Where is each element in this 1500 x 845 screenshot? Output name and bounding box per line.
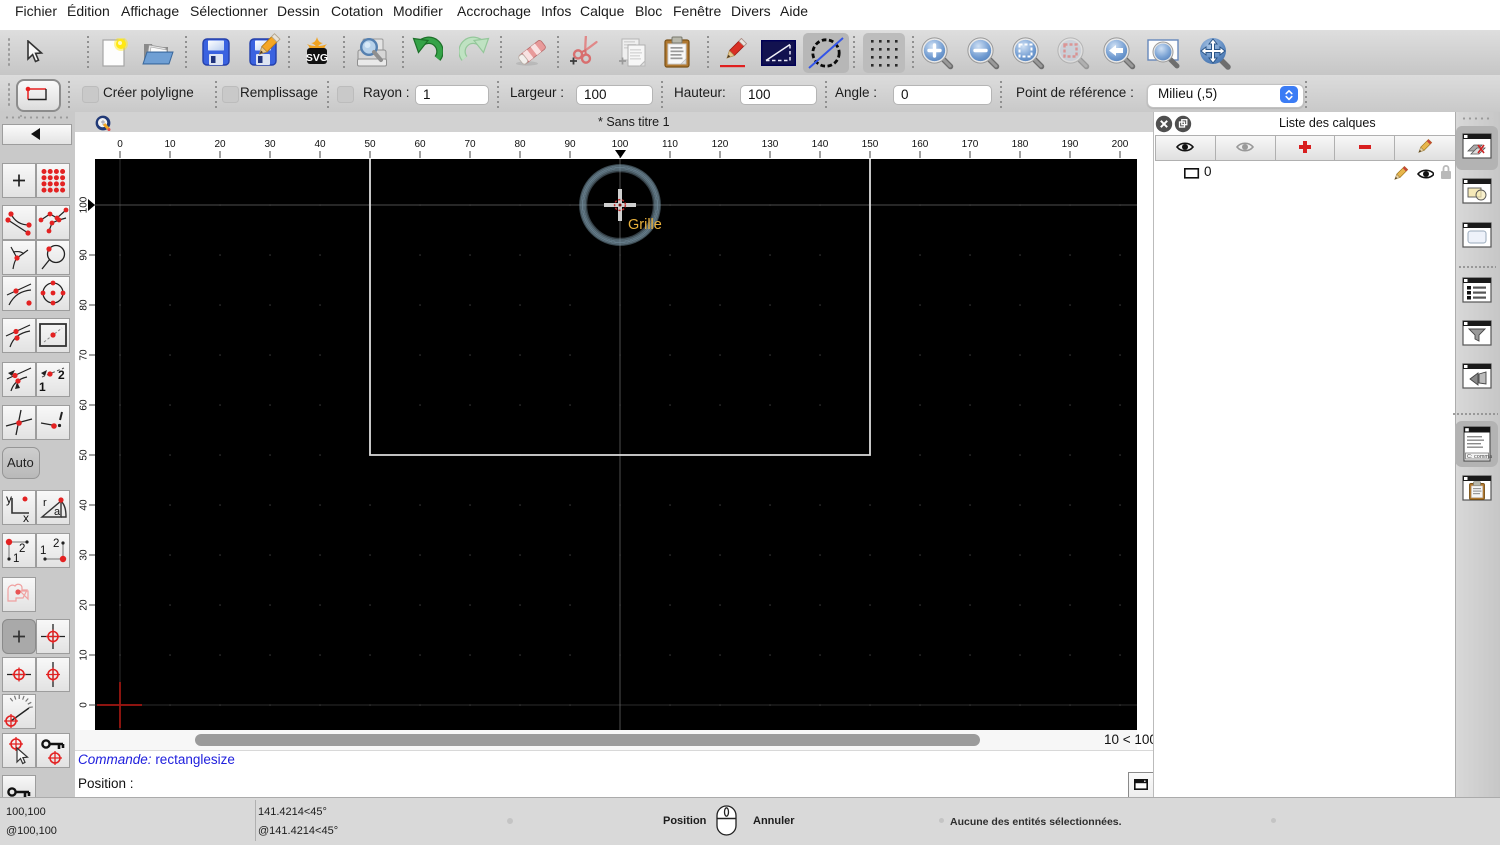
svg-text:a: a	[54, 506, 61, 518]
svg-text:y: y	[6, 492, 12, 506]
svg-text:130: 130	[762, 139, 779, 150]
svg-text:150: 150	[862, 139, 879, 150]
svg-text:90: 90	[564, 139, 576, 150]
svg-text:1: 1	[39, 380, 46, 394]
svg-text:190: 190	[1062, 139, 1079, 150]
svg-text:10: 10	[79, 649, 90, 661]
svg-text:100: 100	[79, 196, 90, 213]
svg-text:r: r	[43, 497, 47, 509]
svg-text:50: 50	[364, 139, 376, 150]
svg-text:80: 80	[514, 139, 526, 150]
svg-text:30: 30	[264, 139, 276, 150]
svg-text:0: 0	[117, 139, 123, 150]
svg-text:2: 2	[53, 538, 59, 550]
svg-text:1: 1	[40, 545, 46, 557]
svg-text:C: command: C: command	[1467, 454, 1492, 460]
svg-text:140: 140	[812, 139, 829, 150]
svg-text:70: 70	[464, 139, 476, 150]
svg-text:40: 40	[79, 499, 90, 511]
svg-text:200: 200	[1112, 139, 1129, 150]
svg-text:40: 40	[314, 139, 326, 150]
svg-text:20: 20	[214, 139, 226, 150]
svg-text:120: 120	[712, 139, 729, 150]
svg-text:80: 80	[79, 299, 90, 311]
svg-text:20: 20	[79, 599, 90, 611]
svg-text:70: 70	[79, 349, 90, 361]
svg-text:2: 2	[58, 368, 65, 382]
svg-text:50: 50	[79, 449, 90, 461]
svg-text:100: 100	[612, 139, 629, 150]
svg-text:90: 90	[79, 249, 90, 261]
svg-text:10: 10	[164, 139, 176, 150]
svg-text:110: 110	[662, 139, 678, 150]
svg-text:160: 160	[912, 139, 929, 150]
svg-text:60: 60	[79, 399, 90, 411]
svg-text:SVG: SVG	[306, 52, 328, 64]
svg-text:180: 180	[1012, 139, 1029, 150]
svg-text:60: 60	[414, 139, 426, 150]
svg-text:170: 170	[962, 139, 979, 150]
svg-text:Grille: Grille	[628, 217, 662, 233]
svg-text:0: 0	[79, 702, 90, 708]
svg-text:30: 30	[79, 549, 90, 561]
svg-text:x: x	[23, 511, 29, 524]
svg-text:2: 2	[19, 543, 25, 555]
